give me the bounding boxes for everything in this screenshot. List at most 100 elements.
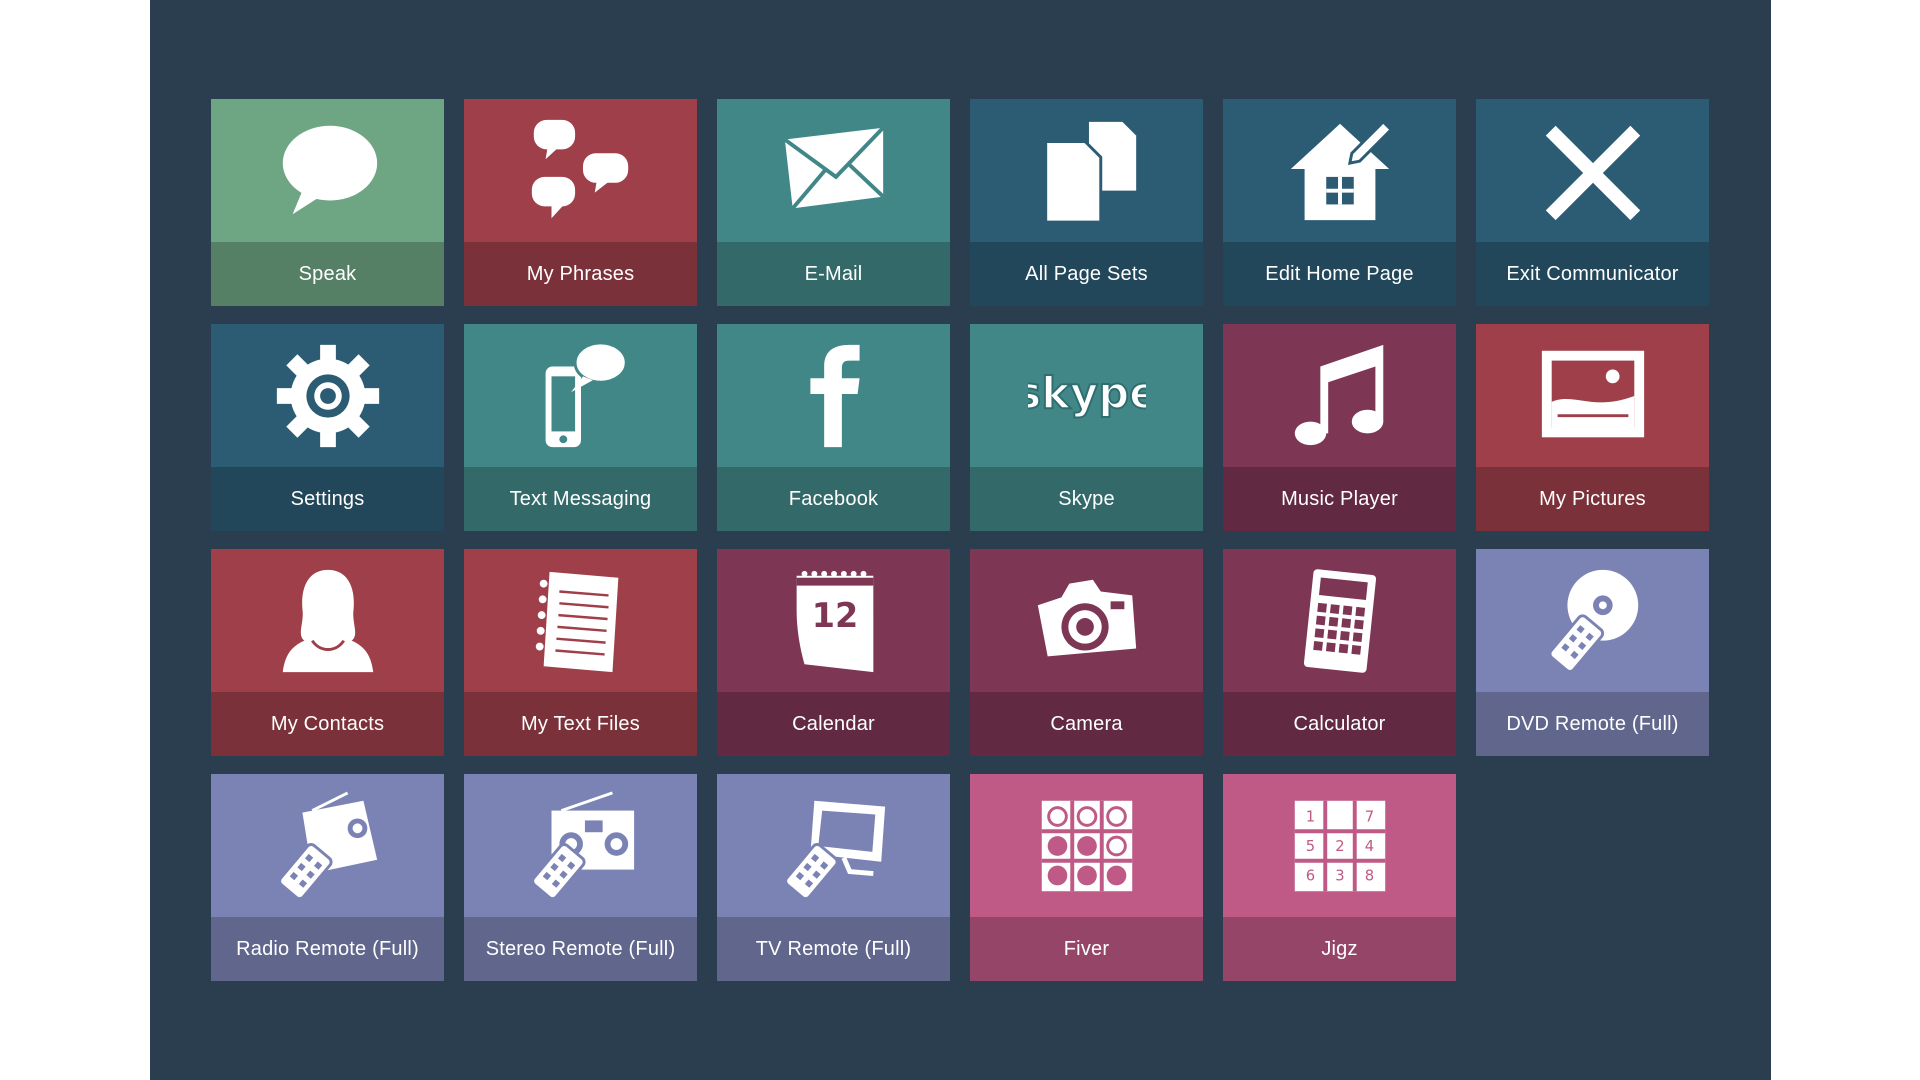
tile-stereo-remote-full[interactable]: Stereo Remote (Full): [464, 774, 697, 981]
tile-tv-remote-full[interactable]: TV Remote (Full): [717, 774, 950, 981]
tile-settings[interactable]: Settings: [211, 324, 444, 531]
tile-label-bar: Stereo Remote (Full): [464, 917, 697, 981]
tile-label: DVD Remote (Full): [1506, 712, 1679, 735]
svg-text:5: 5: [1305, 837, 1314, 854]
tile-label: Stereo Remote (Full): [485, 937, 676, 960]
tile-jigz[interactable]: 1 7 5 2 4 6 3 8 Jigz: [1223, 774, 1456, 981]
speech-bubble-icon: [211, 99, 444, 242]
tile-label: Settings: [290, 487, 365, 510]
tile-label-bar: E-Mail: [717, 242, 950, 306]
phone-message-icon: [464, 324, 697, 467]
tile-label-bar: My Text Files: [464, 692, 697, 756]
jigz-grid-icon: 1 7 5 2 4 6 3 8: [1223, 774, 1456, 917]
tile-my-phrases[interactable]: My Phrases: [464, 99, 697, 306]
gear-icon: [211, 324, 444, 467]
tile-label-bar: My Phrases: [464, 242, 697, 306]
tile-label-bar: My Pictures: [1476, 467, 1709, 531]
stereo-remote-icon: [464, 774, 697, 917]
tv-remote-icon: [717, 774, 950, 917]
tile-text-messaging[interactable]: Text Messaging: [464, 324, 697, 531]
tile-label: Exit Communicator: [1506, 262, 1679, 285]
notebook-icon: [464, 549, 697, 692]
tile-my-contacts[interactable]: My Contacts: [211, 549, 444, 756]
tile-label-bar: Calculator: [1223, 692, 1456, 756]
tile-label-bar: Calendar: [717, 692, 950, 756]
tile-facebook[interactable]: Facebook: [717, 324, 950, 531]
tile-label: Text Messaging: [509, 487, 652, 510]
chat-bubbles-icon: [464, 99, 697, 242]
tile-label: My Phrases: [526, 262, 635, 285]
contact-person-icon: [211, 549, 444, 692]
tile-calendar[interactable]: 12 Calendar: [717, 549, 950, 756]
tile-my-text-files[interactable]: My Text Files: [464, 549, 697, 756]
tile-label-bar: Settings: [211, 467, 444, 531]
tile-label: Facebook: [788, 487, 879, 510]
tile-label: Calculator: [1293, 712, 1386, 735]
tile-exit-communicator[interactable]: Exit Communicator: [1476, 99, 1709, 306]
tile-label: Skype: [1058, 487, 1115, 510]
tile-camera[interactable]: Camera: [970, 549, 1203, 756]
tile-label: My Pictures: [1539, 487, 1646, 510]
svg-text:2: 2: [1335, 837, 1344, 854]
home-page-screen: Speak My Phrases E-Mail All Page Sets Edit …: [150, 0, 1771, 1080]
tile-calculator[interactable]: Calculator: [1223, 549, 1456, 756]
envelope-icon: [717, 99, 950, 242]
tile-label-bar: Camera: [970, 692, 1203, 756]
tile-music-player[interactable]: Music Player: [1223, 324, 1456, 531]
svg-text:1: 1: [1305, 808, 1314, 825]
tile-label-bar: Music Player: [1223, 467, 1456, 531]
svg-text:3: 3: [1335, 867, 1344, 884]
tile-label-bar: TV Remote (Full): [717, 917, 950, 981]
picture-frame-icon: [1476, 324, 1709, 467]
tile-dvd-remote-full[interactable]: DVD Remote (Full): [1476, 549, 1709, 756]
tile-all-page-sets[interactable]: All Page Sets: [970, 99, 1203, 306]
tile-label: TV Remote (Full): [755, 937, 912, 960]
camera-icon: [970, 549, 1203, 692]
tile-label-bar: All Page Sets: [970, 242, 1203, 306]
tile-grid: Speak My Phrases E-Mail All Page Sets Edit …: [211, 99, 1709, 981]
tile-label-bar: Edit Home Page: [1223, 242, 1456, 306]
tile-label-bar: Speak: [211, 242, 444, 306]
facebook-icon: [717, 324, 950, 467]
tile-label: My Contacts: [270, 712, 385, 735]
svg-text:4: 4: [1364, 837, 1373, 854]
close-x-icon: [1476, 99, 1709, 242]
tile-label-bar: Skype: [970, 467, 1203, 531]
tile-label-bar: Text Messaging: [464, 467, 697, 531]
svg-text:12: 12: [811, 595, 858, 634]
tile-label-bar: Radio Remote (Full): [211, 917, 444, 981]
tile-label: My Text Files: [521, 712, 640, 735]
tile-skype[interactable]: skype Skype: [970, 324, 1203, 531]
documents-icon: [970, 99, 1203, 242]
tile-my-pictures[interactable]: My Pictures: [1476, 324, 1709, 531]
tile-label: Music Player: [1281, 487, 1398, 510]
dvd-remote-icon: [1476, 549, 1709, 692]
tile-label-bar: Facebook: [717, 467, 950, 531]
tile-label: Radio Remote (Full): [236, 937, 419, 960]
tile-label-bar: Jigz: [1223, 917, 1456, 981]
tile-label: Camera: [1050, 712, 1123, 735]
tile-label: E-Mail: [804, 262, 863, 285]
svg-text:8: 8: [1364, 867, 1373, 884]
fiver-grid-icon: [970, 774, 1203, 917]
svg-text:6: 6: [1305, 867, 1314, 884]
tile-label: All Page Sets: [1025, 262, 1148, 285]
svg-text:skype: skype: [1028, 368, 1146, 418]
calendar-icon: 12: [717, 549, 950, 692]
tile-edit-home-page[interactable]: Edit Home Page: [1223, 99, 1456, 306]
tile-speak[interactable]: Speak: [211, 99, 444, 306]
tile-e-mail[interactable]: E-Mail: [717, 99, 950, 306]
house-pencil-icon: [1223, 99, 1456, 242]
tile-fiver[interactable]: Fiver: [970, 774, 1203, 981]
tile-label: Speak: [298, 262, 357, 285]
tile-label: Fiver: [1063, 937, 1110, 960]
tile-label: Jigz: [1321, 937, 1358, 960]
radio-remote-icon: [211, 774, 444, 917]
tile-label-bar: Fiver: [970, 917, 1203, 981]
tile-radio-remote-full[interactable]: Radio Remote (Full): [211, 774, 444, 981]
tile-label-bar: Exit Communicator: [1476, 242, 1709, 306]
skype-icon: skype: [970, 324, 1203, 467]
tile-label: Edit Home Page: [1265, 262, 1414, 285]
music-note-icon: [1223, 324, 1456, 467]
svg-text:7: 7: [1364, 808, 1373, 825]
